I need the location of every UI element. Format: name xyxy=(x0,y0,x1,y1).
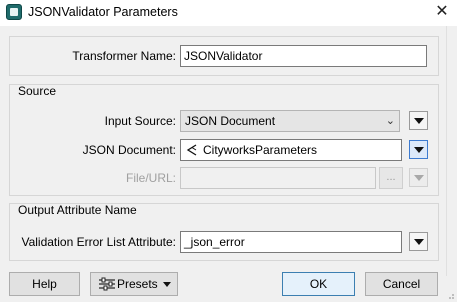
triangle-down-icon xyxy=(414,175,424,181)
title-bar: JSONValidator Parameters ✕ xyxy=(0,0,457,26)
window-title: JSONValidator Parameters xyxy=(28,5,178,19)
file-url-input[interactable] xyxy=(180,167,376,189)
ok-button[interactable]: OK xyxy=(282,272,355,296)
app-icon xyxy=(6,4,22,20)
scrollbar[interactable] xyxy=(446,26,457,276)
transformer-name-input[interactable]: JSONValidator xyxy=(180,45,427,67)
triangle-down-icon xyxy=(414,118,424,124)
input-source-menu-button[interactable] xyxy=(409,111,428,130)
cancel-button[interactable]: Cancel xyxy=(365,272,438,296)
file-url-menu-button[interactable] xyxy=(409,168,428,187)
file-url-label: File/URL: xyxy=(125,171,176,185)
output-attribute-group: Output Attribute Name Validation Error L… xyxy=(9,203,439,261)
user-parameter-icon xyxy=(186,144,197,156)
caret-down-icon xyxy=(163,282,171,287)
close-icon[interactable]: ✕ xyxy=(430,1,454,23)
presets-button[interactable]: Presets xyxy=(90,272,178,296)
resize-grip-icon[interactable] xyxy=(445,290,455,300)
input-source-select[interactable]: JSON Document ⌄ xyxy=(180,110,400,132)
json-document-menu-button[interactable] xyxy=(409,140,428,159)
presets-label: Presets xyxy=(117,277,158,291)
help-button[interactable]: Help xyxy=(9,272,80,296)
source-group-label: Source xyxy=(18,84,57,98)
source-group: Source Input Source: JSON Document ⌄ JSO… xyxy=(9,84,439,196)
output-group-label: Output Attribute Name xyxy=(18,203,137,217)
browse-button[interactable]: ... xyxy=(379,167,403,189)
json-document-label: JSON Document: xyxy=(82,143,176,157)
validation-error-menu-button[interactable] xyxy=(409,232,428,251)
json-document-value: CityworksParameters xyxy=(203,143,318,157)
json-document-input[interactable]: CityworksParameters xyxy=(180,139,402,161)
chevron-down-icon: ⌄ xyxy=(385,115,395,127)
transformer-group: Transformer Name: JSONValidator xyxy=(9,36,439,76)
validation-error-list-label: Validation Error List Attribute: xyxy=(21,235,176,249)
presets-sliders-icon xyxy=(99,277,115,291)
triangle-down-icon xyxy=(414,239,424,245)
triangle-down-icon xyxy=(414,147,424,153)
validation-error-list-input[interactable]: _json_error xyxy=(180,231,402,253)
transformer-name-label: Transformer Name: xyxy=(72,49,176,63)
input-source-value: JSON Document xyxy=(185,114,276,128)
input-source-label: Input Source: xyxy=(104,114,176,128)
